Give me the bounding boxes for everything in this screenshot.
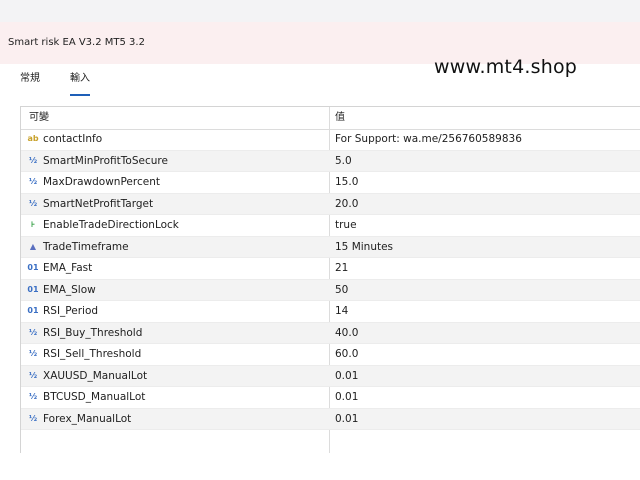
param-value[interactable]: 20.0 — [335, 194, 358, 215]
param-name: SmartMinProfitToSecure — [43, 154, 168, 167]
boolean-type-icon: ⊦ — [30, 220, 36, 229]
watermark-text: www.mt4.shop — [434, 56, 578, 78]
double-type-icon: ½ — [28, 392, 38, 401]
param-value[interactable]: 14 — [335, 301, 348, 322]
dialog-content: 常規 輸入 www.mt4.shop 可變 值 ab contactInfo F… — [0, 56, 640, 480]
table-row[interactable]: ½ XAUUSD_ManualLot 0.01 — [21, 365, 640, 387]
double-type-icon: ½ — [28, 370, 38, 380]
table-row[interactable]: 01 EMA_Fast 21 — [21, 258, 640, 280]
table-row[interactable]: ½ Forex_ManualLot 0.01 — [21, 408, 640, 430]
enum-type-icon: ▲ — [29, 241, 37, 251]
table-row[interactable]: ½ SmartMinProfitToSecure 5.0 — [21, 150, 640, 172]
integer-type-icon: 01 — [27, 306, 39, 315]
param-value[interactable]: 5.0 — [335, 151, 352, 172]
table-row[interactable]: 01 EMA_Slow 50 — [21, 279, 640, 301]
param-name: RSI_Sell_Threshold — [43, 348, 142, 360]
double-type-icon: ½ — [28, 155, 38, 165]
double-type-icon: ½ — [28, 413, 38, 423]
double-type-icon: ½ — [28, 349, 38, 358]
param-value[interactable]: 15 Minutes — [335, 237, 393, 258]
table-row[interactable]: 01 RSI_Period 14 — [21, 301, 640, 323]
param-value[interactable]: 15.0 — [335, 172, 358, 193]
integer-type-icon: 01 — [27, 284, 39, 294]
param-value[interactable]: 60.0 — [335, 344, 358, 365]
param-name: Forex_ManualLot — [43, 412, 132, 425]
param-name: EMA_Slow — [43, 283, 96, 296]
param-name: BTCUSD_ManualLot — [43, 391, 146, 403]
double-type-icon: ½ — [28, 177, 38, 186]
param-value[interactable]: 21 — [335, 258, 348, 279]
table-row[interactable]: ⊦ EnableTradeDirectionLock true — [21, 215, 640, 237]
param-name: EMA_Fast — [43, 262, 93, 274]
param-value[interactable]: For Support: wa.me/256760589836 — [335, 129, 522, 150]
tab-common[interactable]: 常規 — [20, 70, 40, 94]
param-value[interactable]: 0.01 — [335, 387, 358, 408]
param-name: EnableTradeDirectionLock — [43, 219, 179, 231]
param-name: MaxDrawdownPercent — [43, 176, 160, 188]
param-name: TradeTimeframe — [43, 240, 129, 253]
double-type-icon: ½ — [28, 327, 38, 337]
param-name: contactInfo — [43, 133, 103, 145]
top-strip — [0, 0, 640, 22]
param-value[interactable]: 0.01 — [335, 409, 358, 430]
inputs-table: 可變 值 ab contactInfo For Support: wa.me/2… — [20, 106, 640, 453]
table-row[interactable]: ½ SmartNetProfitTarget 20.0 — [21, 193, 640, 215]
double-type-icon: ½ — [28, 198, 38, 208]
table-header: 可變 值 — [21, 107, 640, 130]
param-name: SmartNetProfitTarget — [43, 197, 154, 210]
table-row[interactable]: ½ MaxDrawdownPercent 15.0 — [21, 172, 640, 194]
table-row[interactable]: ▲ TradeTimeframe 15 Minutes — [21, 236, 640, 258]
table-row[interactable]: ½ RSI_Buy_Threshold 40.0 — [21, 322, 640, 344]
string-type-icon: ab — [27, 134, 39, 143]
header-value[interactable]: 值 — [335, 107, 345, 129]
param-name: XAUUSD_ManualLot — [43, 369, 148, 382]
table-row[interactable]: ½ RSI_Sell_Threshold 60.0 — [21, 344, 640, 366]
param-value[interactable]: 50 — [335, 280, 348, 301]
param-value[interactable]: 40.0 — [335, 323, 358, 344]
integer-type-icon: 01 — [27, 263, 39, 272]
param-name: RSI_Period — [43, 305, 99, 317]
param-value[interactable]: 0.01 — [335, 366, 358, 387]
param-value[interactable]: true — [335, 215, 357, 236]
tab-inputs[interactable]: 輸入 — [70, 70, 90, 96]
param-name: RSI_Buy_Threshold — [43, 326, 143, 339]
table-row[interactable]: ½ BTCUSD_ManualLot 0.01 — [21, 387, 640, 409]
header-variable[interactable]: 可變 — [29, 107, 49, 129]
table-row[interactable]: ab contactInfo For Support: wa.me/256760… — [21, 129, 640, 151]
